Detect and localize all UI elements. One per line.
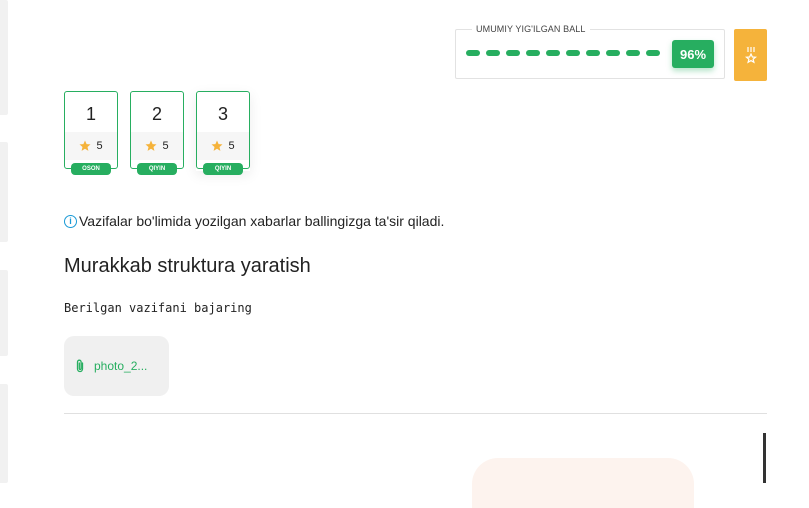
task-level-badge: OSON xyxy=(71,163,111,175)
task-points: 5 xyxy=(65,132,117,160)
message-bubble xyxy=(472,458,694,508)
star-icon xyxy=(211,140,223,151)
medal-button[interactable] xyxy=(734,29,767,81)
progress-dash xyxy=(566,50,580,56)
progress-dash xyxy=(526,50,540,56)
task-points-value: 5 xyxy=(162,140,169,152)
info-notice: i Vazifalar bo'limida yozilgan xabarlar … xyxy=(64,213,444,229)
task-number: 1 xyxy=(85,104,96,124)
task-number: 2 xyxy=(151,104,162,124)
task-number: 3 xyxy=(217,104,228,124)
score-percent-badge: 96% xyxy=(672,40,714,68)
score-progress-dashes xyxy=(466,50,660,56)
sidebar-segment xyxy=(0,270,8,356)
progress-dash xyxy=(466,50,480,56)
task-card-1[interactable]: 1 5 OSON xyxy=(64,91,118,175)
task-title: Murakkab struktura yaratish xyxy=(64,255,311,277)
section-divider xyxy=(64,413,767,414)
progress-dash xyxy=(546,50,560,56)
task-card-3[interactable]: 3 5 QIYIN xyxy=(196,91,250,175)
sidebar-segment xyxy=(0,0,8,115)
task-level-badge: QIYIN xyxy=(203,163,243,175)
total-score-panel: UMUMIY YIG'ILGAN BALL 96% xyxy=(455,24,725,79)
progress-dash xyxy=(506,50,520,56)
info-icon: i xyxy=(64,214,77,228)
attachment-name: photo_2... xyxy=(94,359,148,373)
progress-dash xyxy=(646,50,660,56)
left-sidebar-edge xyxy=(0,0,8,483)
info-text: Vazifalar bo'limida yozilgan xabarlar ba… xyxy=(79,213,445,229)
star-icon xyxy=(79,140,91,151)
progress-dash xyxy=(586,50,600,56)
sidebar-segment xyxy=(0,384,8,483)
sidebar-segment xyxy=(0,142,8,242)
star-icon xyxy=(145,140,157,151)
medal-icon xyxy=(744,47,757,64)
task-card-frame: 2 5 xyxy=(130,91,184,169)
task-level-badge: QIYIN xyxy=(137,163,177,175)
progress-dash xyxy=(606,50,620,56)
task-points-value: 5 xyxy=(96,140,103,152)
progress-dash xyxy=(486,50,500,56)
task-card-frame: 3 5 xyxy=(196,91,250,169)
task-selector: 1 5 OSON 2 5 QIYIN 3 5 QIYIN xyxy=(64,91,250,175)
task-description: Berilgan vazifani bajaring xyxy=(64,301,252,315)
progress-dash xyxy=(626,50,640,56)
attachment-file[interactable]: photo_2... xyxy=(64,336,169,396)
scrollbar[interactable] xyxy=(763,433,766,483)
paperclip-icon xyxy=(76,359,84,373)
total-score-label: UMUMIY YIG'ILGAN BALL xyxy=(472,24,590,34)
task-card-frame: 1 5 xyxy=(64,91,118,169)
task-points-value: 5 xyxy=(228,140,235,152)
task-points: 5 xyxy=(131,132,183,160)
task-points: 5 xyxy=(197,132,249,160)
task-card-2[interactable]: 2 5 QIYIN xyxy=(130,91,184,175)
